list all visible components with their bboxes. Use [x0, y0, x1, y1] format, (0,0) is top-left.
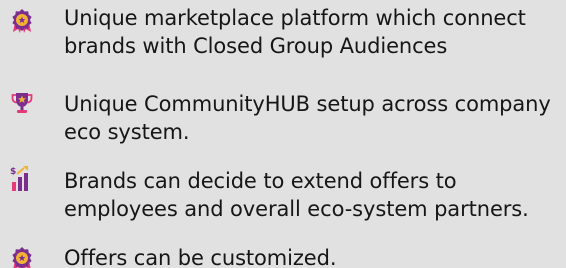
trophy-icon [10, 90, 38, 118]
svg-text:$: $ [10, 167, 16, 177]
feature-list: Unique marketplace platform which connec… [0, 0, 566, 268]
feature-text-3: Brands can decide to extend offers to em… [64, 169, 529, 221]
growth-chart-icon: $ [10, 165, 38, 193]
award-badge-icon [10, 246, 38, 268]
award-badge-icon [10, 8, 38, 36]
feature-text-4: Offers can be customized. [64, 246, 337, 268]
feature-text-2: Unique CommunityHUB setup across company… [64, 92, 551, 144]
feature-text-1: Unique marketplace platform which connec… [64, 6, 526, 58]
